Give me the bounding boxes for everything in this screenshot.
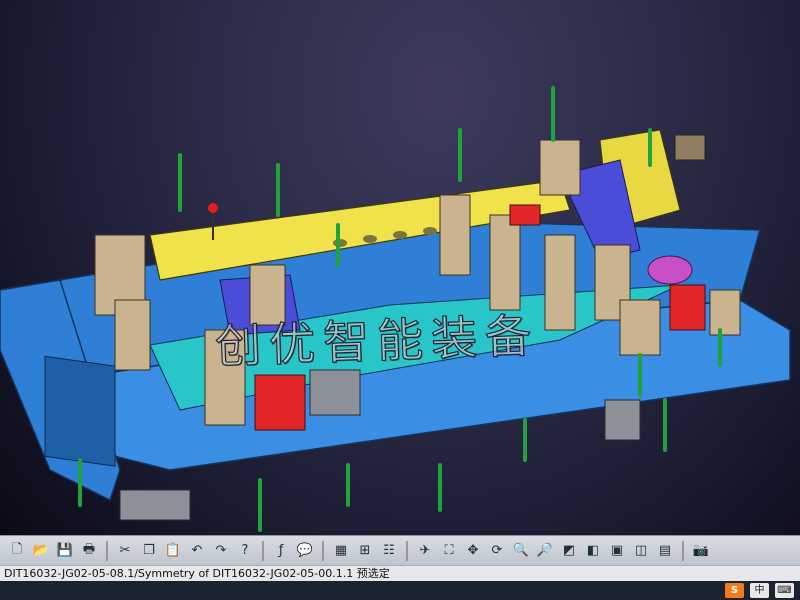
- new-file-icon[interactable]: 🗋: [6, 540, 28, 562]
- cad-3d-viewport[interactable]: [0, 0, 800, 535]
- copy-icon[interactable]: ❐: [138, 540, 160, 562]
- formula-icon[interactable]: ƒ: [270, 540, 292, 562]
- toolbar-separator: [682, 540, 684, 561]
- publication-icon[interactable]: ☷: [378, 540, 400, 562]
- iso-view-icon[interactable]: ◧: [582, 540, 604, 562]
- fit-all-icon[interactable]: ⛶: [438, 540, 460, 562]
- shading-icon[interactable]: ▣: [606, 540, 628, 562]
- base-panel-left: [44, 355, 116, 467]
- whats-this-icon[interactable]: ?: [234, 540, 256, 562]
- motor-right: [674, 134, 706, 161]
- toolbar: 🗋 📂 💾 🖶 ✂ ❐ 📋 ↶ ↷ ? ƒ 💬 ▦ ⊞ ☷ ✈ ⛶ ✥ ⟳ 🔍 …: [0, 535, 800, 565]
- ime-logo-icon[interactable]: S: [725, 583, 744, 598]
- hide-show-icon[interactable]: ◫: [630, 540, 652, 562]
- toolbar-separator: [262, 540, 264, 561]
- table-icon[interactable]: ▦: [330, 540, 352, 562]
- toolbar-separator: [406, 540, 408, 561]
- capture-icon[interactable]: 📷: [690, 540, 712, 562]
- swap-visible-icon[interactable]: ▤: [654, 540, 676, 562]
- pan-icon[interactable]: ✥: [462, 540, 484, 562]
- undo-icon[interactable]: ↶: [186, 540, 208, 562]
- save-icon[interactable]: 💾: [54, 540, 76, 562]
- open-folder-icon[interactable]: 📂: [30, 540, 52, 562]
- pink-cylinder: [647, 255, 693, 285]
- toolbar-separator: [106, 540, 108, 561]
- screen: 创优智能装备 🗋 📂 💾 🖶 ✂ ❐ 📋 ↶ ↷ ? ƒ 💬 ▦ ⊞ ☷ ✈ ⛶…: [0, 0, 800, 600]
- watermark-text: 创优智能装备: [214, 308, 541, 374]
- status-bar: DIT16032-JG02-05-08.1/Symmetry of DIT160…: [0, 565, 800, 581]
- ime-language-indicator[interactable]: 中: [750, 583, 769, 598]
- paste-icon[interactable]: 📋: [162, 540, 184, 562]
- cut-icon[interactable]: ✂: [114, 540, 136, 562]
- taskbar: S 中 ⌨: [0, 581, 800, 600]
- tree-icon[interactable]: ⊞: [354, 540, 376, 562]
- print-icon[interactable]: 🖶: [78, 540, 100, 562]
- redo-icon[interactable]: ↷: [210, 540, 232, 562]
- rotate-icon[interactable]: ⟳: [486, 540, 508, 562]
- ime-options-icon[interactable]: ⌨: [775, 583, 794, 598]
- toolbar-separator: [322, 540, 324, 561]
- normal-view-icon[interactable]: ◩: [558, 540, 580, 562]
- fly-mode-icon[interactable]: ✈: [414, 540, 436, 562]
- red-knob: [208, 203, 218, 213]
- comment-icon[interactable]: 💬: [294, 540, 316, 562]
- zoom-out-icon[interactable]: 🔎: [534, 540, 556, 562]
- zoom-in-icon[interactable]: 🔍: [510, 540, 532, 562]
